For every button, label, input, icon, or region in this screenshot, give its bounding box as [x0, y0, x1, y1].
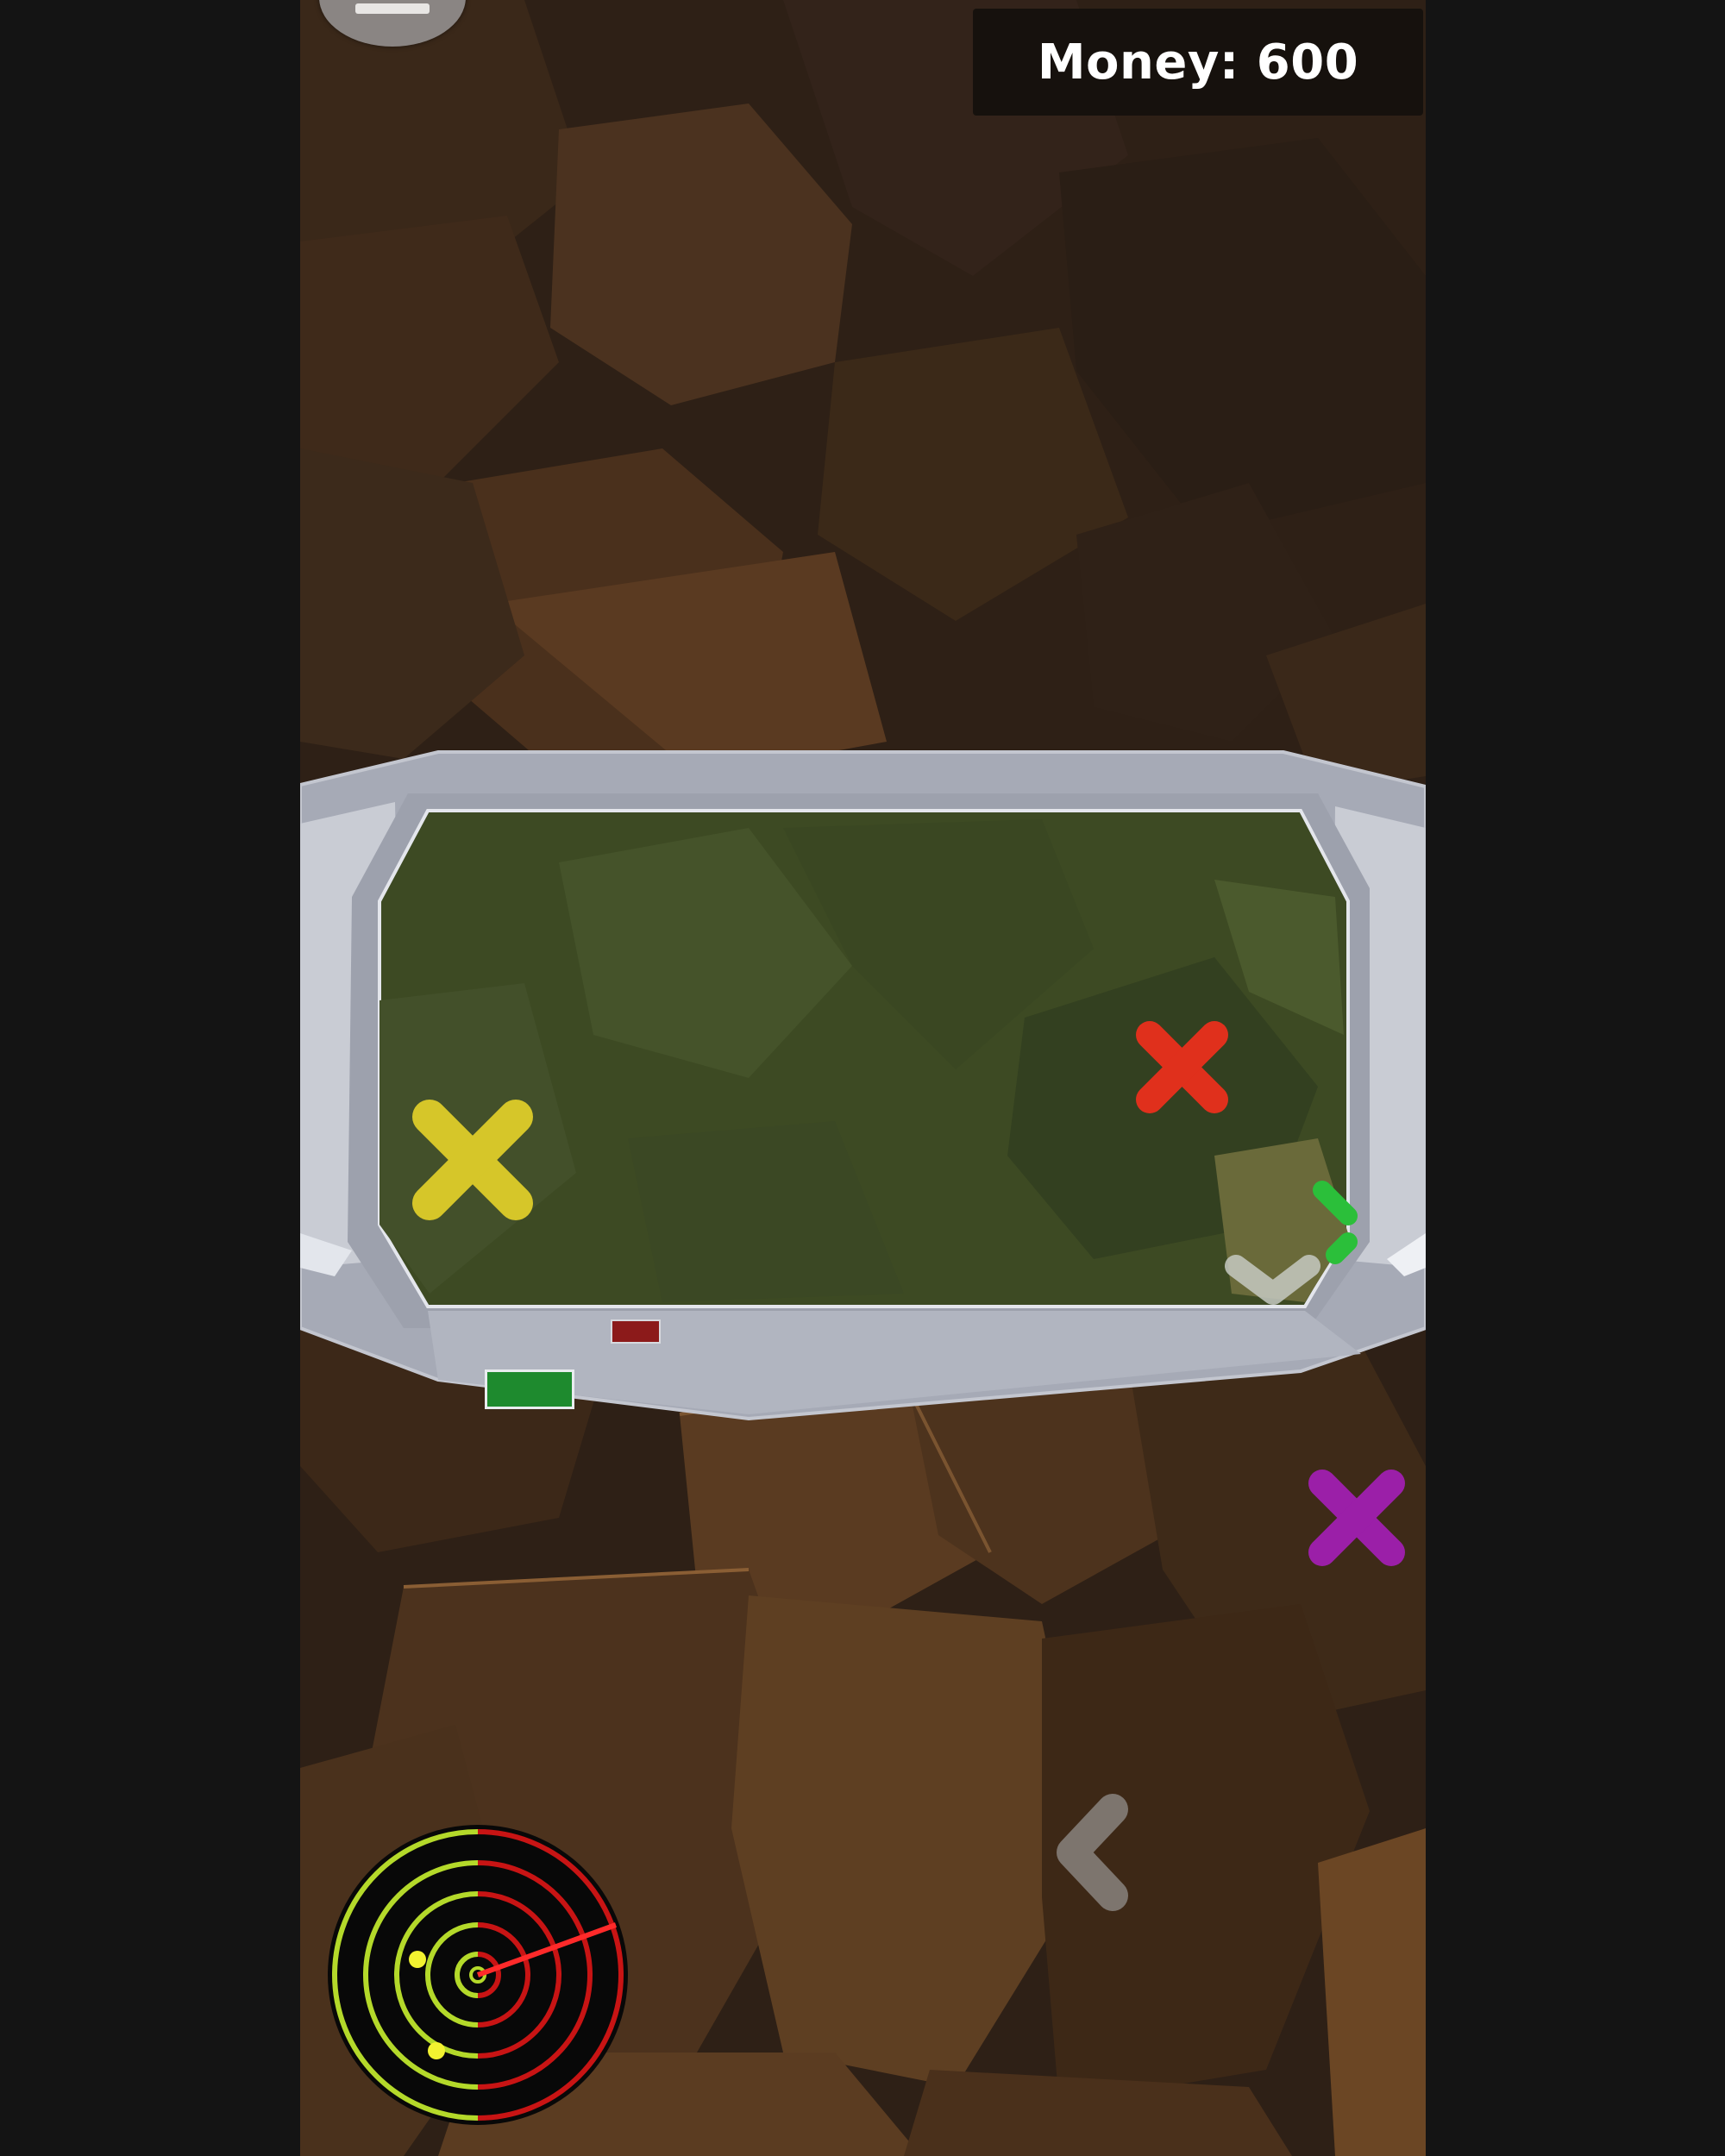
radar-minimap: [328, 1825, 628, 2125]
money-label: Money: 600: [1037, 34, 1359, 91]
radar-blip: [428, 2042, 445, 2059]
pause-icon: [355, 3, 430, 14]
radar-blip: [409, 1951, 426, 1968]
money-display: Money: 600: [973, 9, 1423, 116]
game-viewport[interactable]: Money: 600: [300, 0, 1426, 2156]
app-frame: Money: 600: [0, 0, 1725, 2156]
